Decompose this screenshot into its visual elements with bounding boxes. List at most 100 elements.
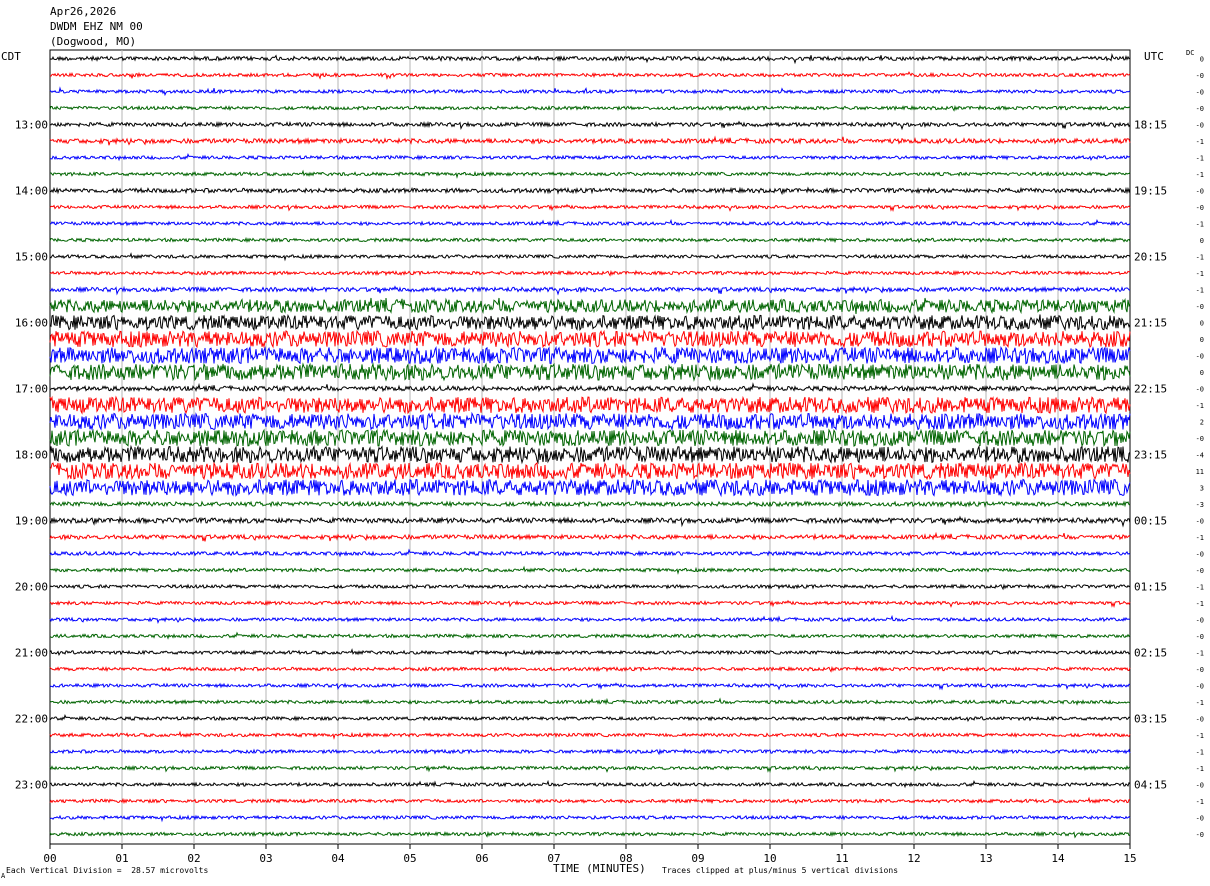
dc-offset-label: -1 <box>1196 650 1204 658</box>
dc-offset-label: -0 <box>1196 353 1204 361</box>
seismic-traces <box>49 52 1131 839</box>
trace-row-30 <box>49 548 1131 558</box>
trace-row-4 <box>49 120 1131 131</box>
trace-row-19 <box>49 362 1131 382</box>
utc-hour-label: 03:15 <box>1134 713 1167 726</box>
trace-row-46 <box>49 814 1131 823</box>
trace-row-40 <box>49 713 1131 723</box>
dc-offset-label: 2 <box>1200 419 1204 427</box>
dc-offset-label: -1 <box>1196 732 1204 740</box>
trace-row-15 <box>49 297 1131 315</box>
trace-row-39 <box>49 697 1131 706</box>
dc-offset-label: -1 <box>1196 402 1204 410</box>
trace-row-16 <box>49 313 1131 332</box>
dc-offset-label: -1 <box>1196 798 1204 806</box>
trace-row-5 <box>49 135 1131 146</box>
trace-row-12 <box>49 252 1131 262</box>
dc-offset-label: -0 <box>1196 188 1204 196</box>
dc-offset-label: 0 <box>1200 369 1204 377</box>
helicorder-plot: 00 01 02 03 04 05 06 07 08 09 10 11 12 13 14 15 13:00 18… <box>15 49 1204 865</box>
utc-hour-label: 18:15 <box>1134 119 1167 132</box>
dc-offset-label: -0 <box>1196 89 1204 97</box>
x-tick-label-01: 01 <box>115 852 128 865</box>
trace-row-18 <box>49 345 1131 365</box>
dc-offset-label: -0 <box>1196 782 1204 790</box>
dc-offset-label: -1 <box>1196 584 1204 592</box>
dc-offset-label: 0 <box>1200 320 1204 328</box>
cdt-hour-label: 13:00 <box>15 119 48 132</box>
utc-hour-label: 04:15 <box>1134 779 1167 792</box>
minute-gridlines <box>121 50 1059 844</box>
utc-hour-label: 20:15 <box>1134 251 1167 264</box>
dc-offset-label: -0 <box>1196 716 1204 724</box>
trace-row-32 <box>49 583 1131 591</box>
trace-row-25 <box>49 461 1131 481</box>
trace-row-41 <box>49 730 1131 740</box>
dc-offset-label: -1 <box>1196 749 1204 757</box>
trace-row-33 <box>49 599 1131 609</box>
x-tick-label-04: 04 <box>331 852 345 865</box>
utc-hour-label: 22:15 <box>1134 383 1167 396</box>
x-tick-label-05: 05 <box>403 852 416 865</box>
trace-row-31 <box>49 565 1131 575</box>
trace-row-22 <box>49 411 1131 432</box>
trace-row-21 <box>49 395 1131 415</box>
dc-offset-label: -0 <box>1196 122 1204 130</box>
scale-value: 28.57 microvolts <box>131 866 209 875</box>
trace-row-28 <box>49 515 1131 528</box>
x-tick-label-09: 09 <box>691 852 704 865</box>
trace-row-10 <box>49 218 1131 228</box>
dc-offset-label: -0 <box>1196 105 1204 113</box>
dc-offset-label: -0 <box>1196 831 1204 839</box>
cdt-hour-label: 16:00 <box>15 317 48 330</box>
x-axis-title: TIME (MINUTES) <box>553 862 646 875</box>
trace-row-27 <box>49 500 1131 509</box>
dc-offset-label: -1 <box>1196 221 1204 229</box>
trace-row-11 <box>49 236 1131 244</box>
x-tick-label-11: 11 <box>835 852 848 865</box>
trace-row-2 <box>49 86 1131 97</box>
x-tick-label-03: 03 <box>259 852 272 865</box>
cdt-hour-label: 22:00 <box>15 713 48 726</box>
dc-offset-label: -0 <box>1196 303 1204 311</box>
cdt-hour-label: 23:00 <box>15 779 48 792</box>
dc-offset-label: -0 <box>1196 815 1204 823</box>
trace-row-37 <box>49 665 1131 673</box>
dc-offset-label: 3 <box>1200 485 1204 493</box>
utc-hour-label: 00:15 <box>1134 515 1167 528</box>
dc-offset-label: -0 <box>1196 204 1204 212</box>
dc-offset-label: -3 <box>1196 501 1204 509</box>
cdt-hour-label: 17:00 <box>15 383 48 396</box>
trace-row-14 <box>49 285 1131 296</box>
dc-offset-label: -0 <box>1196 435 1204 443</box>
plot-frame <box>49 49 1131 845</box>
cdt-hour-label: 15:00 <box>15 251 48 264</box>
cdt-hour-label: 14:00 <box>15 185 48 198</box>
trace-row-7 <box>49 169 1131 179</box>
utc-hour-label: 23:15 <box>1134 449 1167 462</box>
utc-hour-label: 02:15 <box>1134 647 1167 660</box>
dc-offset-labels: 0 -0 -0 -0 -0 -1 -1 -1 -0 -0 -1 0 -1 -1 -1 -0 0 0 -0 0 -0 -1 2… <box>1196 56 1204 840</box>
dc-offset-label: -1 <box>1196 765 1204 773</box>
utc-hour-label: 21:15 <box>1134 317 1167 330</box>
trace-row-38 <box>49 682 1131 691</box>
cdt-hour-label: 19:00 <box>15 515 48 528</box>
trace-row-9 <box>49 203 1131 213</box>
corner-mark: A <box>1 872 6 880</box>
trace-row-1 <box>49 71 1131 80</box>
trace-row-42 <box>49 748 1131 756</box>
dc-offset-label: -0 <box>1196 617 1204 625</box>
dc-offset-label: -0 <box>1196 567 1204 575</box>
x-tick-label-00: 00 <box>43 852 56 865</box>
trace-row-8 <box>49 186 1131 196</box>
clip-note: Traces clipped at plus/minus 5 vertical … <box>662 866 899 875</box>
scale-footer: Each Vertical Division = 28.57 microvolt… <box>6 866 208 875</box>
cdt-hour-label: 21:00 <box>15 647 48 660</box>
trace-row-23 <box>49 428 1131 448</box>
dc-offset-label: -1 <box>1196 254 1204 262</box>
dc-offset-label: -0 <box>1196 633 1204 641</box>
trace-row-24 <box>49 444 1131 465</box>
x-tick-label-15: 15 <box>1123 852 1136 865</box>
x-tick-label-13: 13 <box>979 852 992 865</box>
dc-offset-label: -1 <box>1196 270 1204 278</box>
